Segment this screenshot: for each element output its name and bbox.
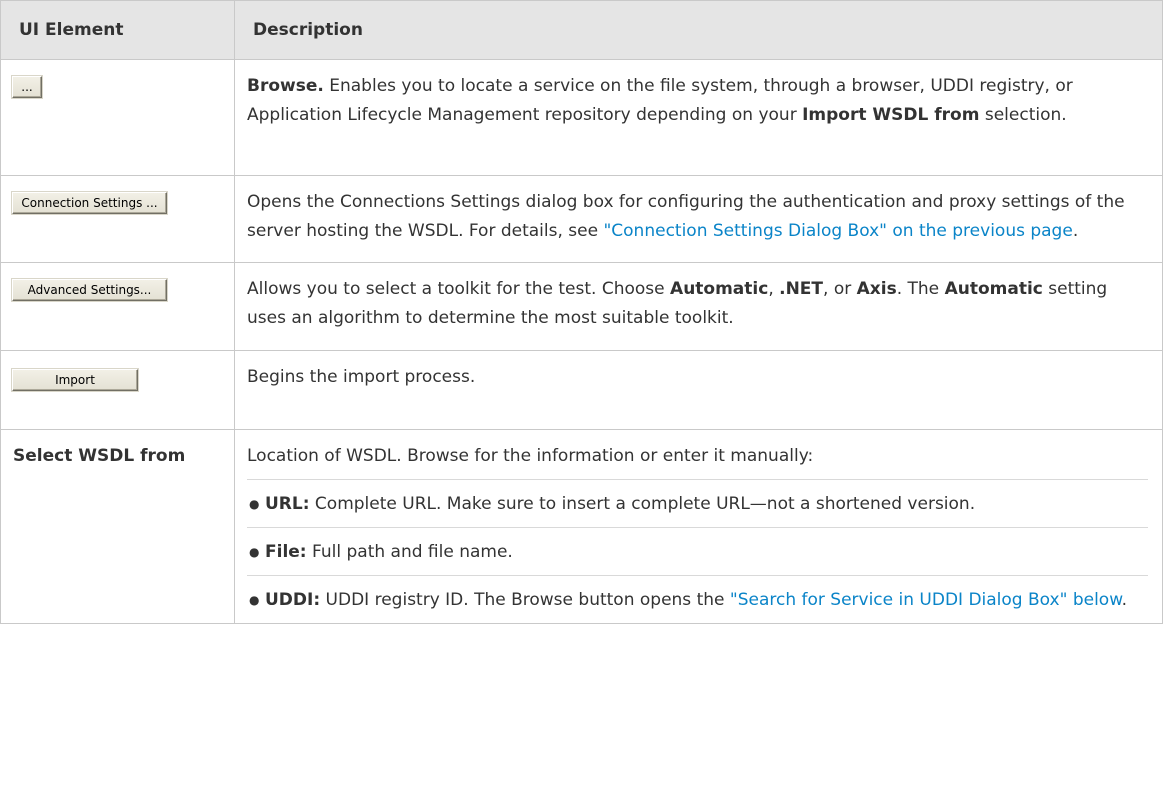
- description-cell: Begins the import process.: [234, 350, 1163, 430]
- list-item: UDDI: UDDI registry ID. The Browse butto…: [247, 575, 1148, 615]
- ui-element-cell: ...: [0, 59, 235, 176]
- connection-settings-button[interactable]: Connection Settings ...: [11, 191, 168, 215]
- header-ui-element: UI Element: [0, 0, 235, 60]
- table-row: Import Begins the import process.: [0, 350, 1163, 430]
- header-row: UI Element Description: [0, 0, 1163, 60]
- list-item: URL: Complete URL. Make sure to insert a…: [247, 479, 1148, 519]
- import-button[interactable]: Import: [11, 368, 139, 392]
- import-wsdl-from-label: Import WSDL from: [802, 105, 980, 125]
- table-row: Select WSDL from Location of WSDL. Brows…: [0, 429, 1163, 624]
- connection-settings-link[interactable]: "Connection Settings Dialog Box" on the …: [603, 221, 1072, 241]
- bullet-icon: [249, 586, 259, 615]
- list-item-term: File:: [265, 542, 307, 562]
- browse-title: Browse.: [247, 76, 324, 96]
- option-axis: Axis: [856, 279, 897, 299]
- list-item: File: Full path and file name.: [247, 527, 1148, 567]
- table-header: UI Element Description: [0, 0, 1163, 60]
- ui-element-cell: Advanced Settings...: [0, 262, 235, 351]
- list-item-text: Full path and file name.: [306, 542, 513, 562]
- option-dotnet: .NET: [779, 279, 824, 299]
- list-item-text: Complete URL. Make sure to insert a comp…: [309, 494, 976, 514]
- description-text: selection.: [979, 105, 1067, 125]
- option-automatic: Automatic: [670, 279, 769, 299]
- description-text: Begins the import process.: [247, 367, 476, 387]
- ui-element-cell: Import: [0, 350, 235, 430]
- description-cell: Allows you to select a toolkit for the t…: [234, 262, 1163, 351]
- description-cell: Opens the Connections Settings dialog bo…: [234, 175, 1163, 263]
- table-row: ... Browse. Enables you to locate a serv…: [0, 59, 1163, 176]
- wsdl-source-list: URL: Complete URL. Make sure to insert a…: [247, 479, 1148, 615]
- option-automatic: Automatic: [944, 279, 1043, 299]
- list-item-text: UDDI registry ID. The Browse button open…: [320, 590, 730, 610]
- description-intro: Location of WSDL. Browse for the informa…: [247, 446, 814, 466]
- ui-element-cell: Select WSDL from: [0, 429, 235, 624]
- bullet-icon: [249, 490, 259, 519]
- list-item-text: .: [1121, 590, 1127, 610]
- ui-elements-table: UI Element Description ... Browse. Enabl…: [0, 0, 1163, 624]
- separator-text: ,: [768, 279, 780, 299]
- description-text: Allows you to select a toolkit for the t…: [247, 279, 671, 299]
- browse-button[interactable]: ...: [11, 75, 43, 99]
- description-cell: Location of WSDL. Browse for the informa…: [234, 429, 1163, 624]
- ui-element-cell: Connection Settings ...: [0, 175, 235, 263]
- list-item-term: UDDI:: [265, 590, 321, 610]
- description-cell: Browse. Enables you to locate a service …: [234, 59, 1163, 176]
- table-row: Advanced Settings... Allows you to selec…: [0, 262, 1163, 351]
- header-description: Description: [234, 0, 1163, 60]
- bullet-icon: [249, 538, 259, 567]
- table-row: Connection Settings ... Opens the Connec…: [0, 175, 1163, 263]
- advanced-settings-button[interactable]: Advanced Settings...: [11, 278, 168, 302]
- search-service-uddi-link[interactable]: "Search for Service in UDDI Dialog Box" …: [730, 590, 1122, 610]
- select-wsdl-from-label: Select WSDL from: [13, 446, 186, 466]
- separator-text: , or: [823, 279, 857, 299]
- separator-text: . The: [896, 279, 945, 299]
- description-text: .: [1072, 221, 1079, 241]
- list-item-term: URL:: [265, 494, 310, 514]
